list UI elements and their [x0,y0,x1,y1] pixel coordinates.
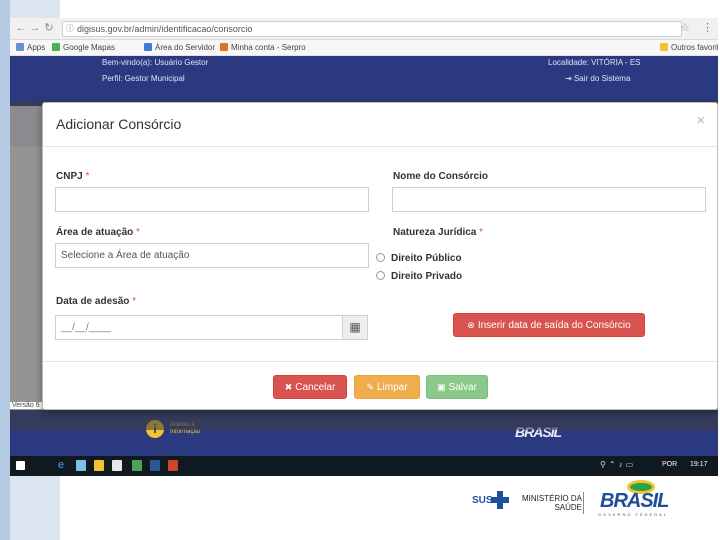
close-icon[interactable]: × [696,112,705,129]
sus-cross-icon [491,491,509,509]
sus-logo: SUS [472,495,493,506]
calendar-icon[interactable]: ▦ [342,315,368,340]
version-text: Versão 6 [10,402,42,409]
governo-federal-text: GOVERNO FEDERAL [598,512,669,517]
save-icon: ▣ [437,382,446,392]
bookmark-icon [144,43,152,51]
header-localidade: Localidade: VITÓRIA - ES [548,58,641,67]
modal-title: Adicionar Consórcio [56,116,182,132]
radio-circle-icon[interactable] [376,253,385,262]
bookmark-apps[interactable]: Apps [16,43,45,52]
close-icon: ✖ [284,382,293,392]
cancelar-button[interactable]: ✖ Cancelar [273,375,347,399]
taskbar-clock[interactable]: 19:17 [690,461,708,468]
eraser-icon: ✎ [366,382,374,392]
windows-start-icon[interactable] [16,461,25,470]
bookmark-area-servidor[interactable]: Área do Servidor [144,43,215,52]
modal-header-divider [43,146,717,147]
logout-link[interactable]: ⇥ Sair do Sistema [565,74,630,83]
bookmark-star-icon[interactable]: ☆ [680,21,690,34]
windows-taskbar: e ⚲⌃♪▭ POR 19:17 [10,456,718,476]
edge-icon[interactable]: e [58,459,68,471]
url-text: digisus.gov.br/admin/identificacao/conso… [77,24,253,34]
folder-icon [660,43,668,51]
area-atuacao-select[interactable]: Selecione a Área de atuação [55,243,369,268]
data-adesao-label: Data de adesão * [56,296,137,307]
bookmark-icon [220,43,228,51]
forward-icon[interactable]: → [28,21,42,35]
nome-consorcio-label: Nome do Consórcio [393,171,489,182]
slide-accent-stripe [0,0,10,540]
store-icon[interactable] [76,460,86,471]
logout-icon: ⇥ [565,74,574,83]
nome-consorcio-input[interactable] [392,187,706,212]
maps-icon [52,43,60,51]
data-adesao-input[interactable]: __/__/____ [55,315,343,340]
brasil-logo: BRASIL [600,490,669,512]
header-perfil: Perfil: Gestor Municipal [102,74,185,83]
screenshot-frame: ← → ↻ ⓘ digisus.gov.br/admin/identificac… [10,18,718,476]
radio-circle-icon[interactable] [376,271,385,280]
cnpj-label: CNPJ * [56,171,90,182]
times-circle-icon: ⊗ [467,320,475,330]
back-icon[interactable]: ← [14,21,28,35]
radio-direito-publico[interactable]: Direito Público [376,253,462,264]
word-icon[interactable] [150,460,160,471]
modal-footer-divider [43,361,717,362]
info-icon: ⓘ [66,24,74,33]
cnpj-input[interactable] [55,187,369,212]
add-consorcio-modal: Adicionar Consórcio × CNPJ * Nome do Con… [42,102,718,410]
radio-direito-privado[interactable]: Direito Privado [376,271,462,282]
apps-icon [16,43,24,51]
bookmark-google-maps[interactable]: Google Mapas [52,43,115,52]
browser-address-bar: ← → ↻ ⓘ digisus.gov.br/admin/identificac… [10,18,718,40]
natureza-juridica-label: Natureza Jurídica * [393,227,484,238]
mail-icon[interactable] [112,460,122,471]
system-tray-icons[interactable]: ⚲⌃♪▭ [600,460,636,469]
bookmarks-bar: Apps Google Mapas Área do Servidor Minha… [10,40,718,56]
header-user: Bem-vindo(a): Usuário Gestor [102,58,209,67]
salvar-button[interactable]: ▣ Salvar [426,375,488,399]
site-header: Bem-vindo(a): Usuário Gestor Perfil: Ges… [10,56,718,106]
powerpoint-icon[interactable] [168,460,178,471]
bookmark-outros[interactable]: Outros favoritos [660,43,718,52]
url-field[interactable]: ⓘ digisus.gov.br/admin/identificacao/con… [62,21,682,37]
chrome-icon[interactable] [132,460,142,471]
browser-menu-icon[interactable]: ⋮ [702,21,713,34]
area-atuacao-label: Área de atuação * [56,227,140,238]
limpar-button[interactable]: ✎ Limpar [354,375,420,399]
language-indicator[interactable]: POR [662,461,677,468]
inserir-data-saida-button[interactable]: ⊗ Inserir data de saída do Consórcio [453,313,645,337]
bookmark-minha-conta[interactable]: Minha conta - Serpro [220,43,306,52]
ministerio-saude-logo: MINISTÉRIO DA SAÚDE [521,494,582,512]
logo-divider [583,492,584,514]
folder-icon[interactable] [94,460,104,471]
reload-icon[interactable]: ↻ [42,21,56,35]
